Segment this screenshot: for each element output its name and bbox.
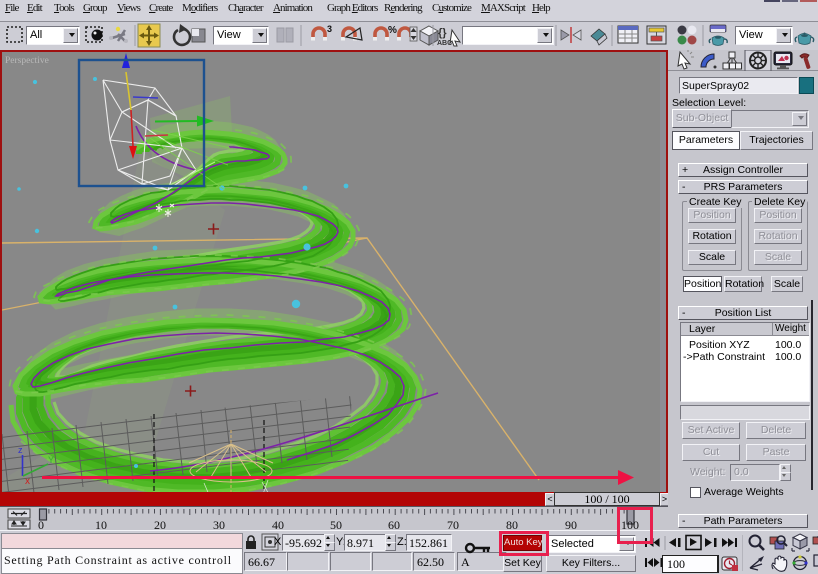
- svg-text:Y: Y: [48, 455, 54, 465]
- svg-text:x: x: [25, 476, 30, 487]
- svg-text:3: 3: [327, 24, 332, 34]
- svg-text:z: z: [18, 445, 23, 455]
- svg-text:Perspective: Perspective: [5, 56, 49, 66]
- svg-text:%: %: [388, 25, 397, 36]
- svg-text:{}: {}: [438, 27, 447, 39]
